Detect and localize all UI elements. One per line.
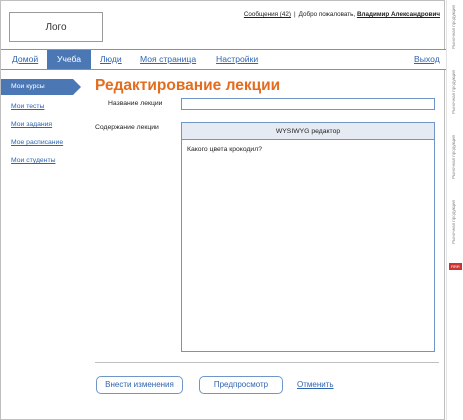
user-name-link[interactable]: Владимир Александрович — [357, 11, 440, 18]
cancel-link[interactable]: Отменить — [297, 380, 334, 389]
nav-item-my-page[interactable]: Моя страница — [138, 50, 198, 69]
nav-item-settings[interactable]: Настройки — [214, 50, 260, 69]
user-bar: Сообщения (42) | Добро пожаловать, Владими… — [244, 11, 440, 18]
divider — [95, 362, 439, 363]
sidebar-item-my-tests[interactable]: Мои тесты — [1, 98, 81, 116]
messages-link[interactable]: Сообщения (42) — [244, 11, 291, 18]
editor-content[interactable]: Какого цвета крокодил? — [182, 140, 434, 159]
separator: | — [293, 11, 296, 18]
rail-label: Рыночная продукция — [451, 200, 456, 244]
preview-button[interactable]: Предпросмотр — [199, 376, 283, 394]
logout-link[interactable]: Выход — [412, 50, 442, 69]
sidebar-item-my-assignments[interactable]: Мои задания — [1, 116, 81, 134]
logo[interactable]: Лого — [9, 12, 103, 42]
main-nav: Домой Учеба Люди Моя страница Настройки … — [1, 49, 446, 70]
sidebar-item-my-schedule[interactable]: Мое расписание — [1, 134, 81, 152]
editor-toolbar: WYSIWYG редактор — [182, 123, 434, 140]
nav-item-home[interactable]: Домой — [10, 50, 40, 69]
lecture-name-label: Название лекции — [108, 100, 163, 107]
wysiwyg-editor[interactable]: WYSIWYG редактор Какого цвета крокодил? — [181, 122, 435, 352]
right-rail: Рыночная продукция Рыночная продукция Ры… — [446, 0, 463, 420]
nav-item-study[interactable]: Учеба — [47, 50, 91, 69]
rail-label: Рыночная продукция — [451, 135, 456, 179]
save-changes-button[interactable]: Внести изменения — [96, 376, 183, 394]
lecture-name-input[interactable] — [181, 98, 435, 110]
nav-item-people[interactable]: Люди — [98, 50, 124, 69]
lecture-content-label: Содержание лекции — [95, 124, 159, 131]
page-title: Редактирование лекции — [95, 77, 281, 94]
rail-label: Рыночная продукция — [451, 5, 456, 49]
app-window: Лого Сообщения (42) | Добро пожаловать, Вл… — [0, 0, 446, 420]
rail-badge: RRR — [449, 263, 462, 270]
rail-label: Рыночная продукция — [451, 70, 456, 114]
sidebar-item-my-students[interactable]: Мои студенты — [1, 152, 81, 170]
sidebar: Мои курсы Мои тесты Мои задания Мое расп… — [1, 79, 81, 170]
welcome-text: Добро пожаловать, — [298, 11, 356, 18]
sidebar-item-my-courses[interactable]: Мои курсы — [1, 79, 81, 95]
